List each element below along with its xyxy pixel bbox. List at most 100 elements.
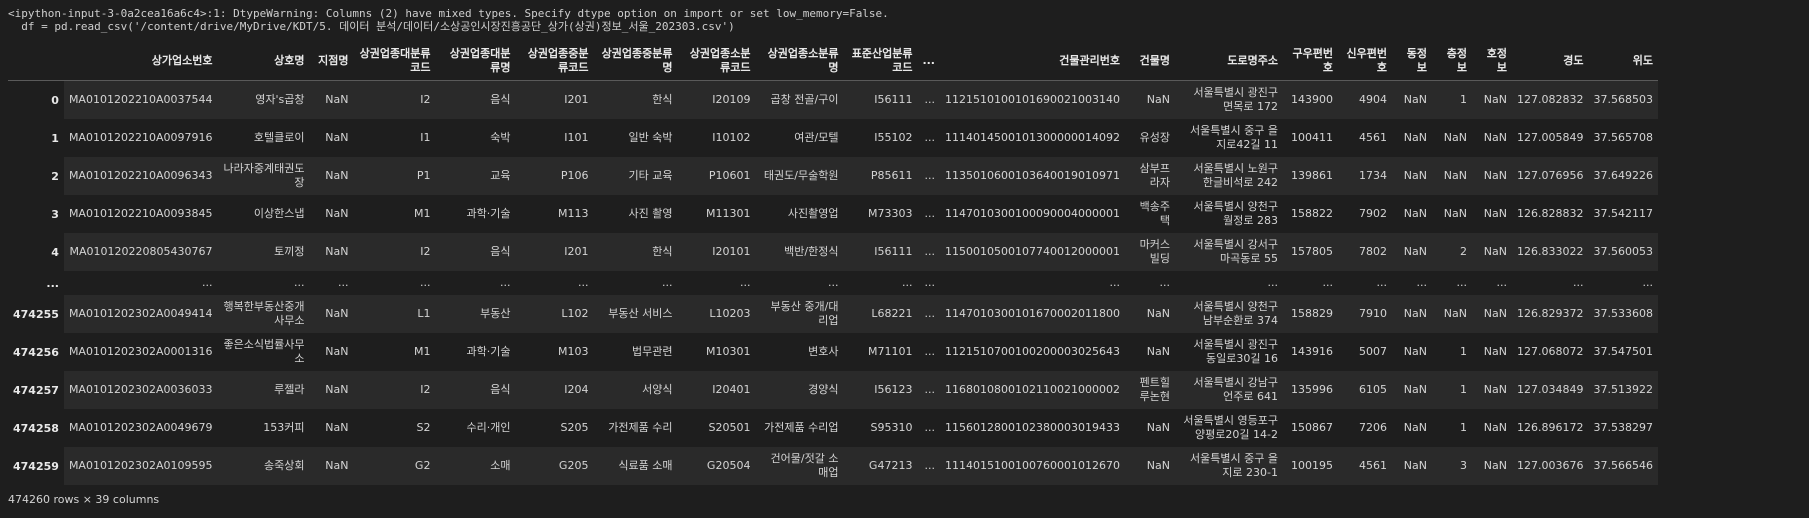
table-cell: ... <box>940 271 1125 295</box>
table-cell: 4561 <box>1337 119 1392 157</box>
table-cell: NaN <box>309 333 354 371</box>
table-cell: NaN <box>1471 409 1512 447</box>
column-header: 상권업종대분류코드 <box>353 42 436 81</box>
column-header: 건물명 <box>1124 42 1175 81</box>
table-cell: 6105 <box>1337 371 1392 409</box>
table-cell: I101 <box>515 119 594 157</box>
table-cell: MA0101202210A0093845 <box>63 195 218 233</box>
table-cell: I2 <box>353 371 436 409</box>
table-cell: 1 <box>1431 333 1472 371</box>
table-cell: 7910 <box>1337 295 1392 333</box>
column-header: 상권업종중분류명 <box>593 42 678 81</box>
table-cell: I56111 <box>843 80 918 119</box>
column-header: 상권업종중분류코드 <box>515 42 594 81</box>
table-cell: I20109 <box>677 80 756 119</box>
table-cell: 과학·기술 <box>435 333 516 371</box>
column-header: 동정보 <box>1391 42 1432 81</box>
table-cell: 7802 <box>1337 233 1392 271</box>
table-cell: NaN <box>1391 80 1432 119</box>
table-cell: 서울특별시 강남구 언주로 641 <box>1174 371 1283 409</box>
table-cell: 126.829372 <box>1511 295 1589 333</box>
table-row: 474258 MA0101202302A0049679 153커피 NaN S2 수리·개… <box>8 409 1658 447</box>
column-header: 층정보 <box>1431 42 1472 81</box>
table-row: 1 MA0101202210A0097916 호텔클로이 NaN I1 숙박 I101 일반 … <box>8 119 1658 157</box>
dataframe-shape: 474260 rows × 39 columns <box>8 493 160 506</box>
table-cell: NaN <box>1391 195 1432 233</box>
table-row: 474257 MA0101202302A0036033 루젤라 NaN I2 음식 I204… <box>8 371 1658 409</box>
table-cell: ... <box>63 271 218 295</box>
table-cell: MA0101202302A0049414 <box>63 295 218 333</box>
table-row: 2 MA0101202210A0096343 나라자중계태권도장 NaN P1 교육 P10… <box>8 157 1658 195</box>
table-cell: I204 <box>515 371 594 409</box>
table-cell: 음식 <box>435 233 516 271</box>
table-cell: 서울특별시 중구 을지로 230-1 <box>1174 447 1283 485</box>
table-cell: ... <box>677 271 756 295</box>
table-cell: 법무관련 <box>593 333 678 371</box>
table-cell: 4561 <box>1337 447 1392 485</box>
table-cell: 서울특별시 양천구 남부순환로 374 <box>1174 295 1283 333</box>
table-cell: MA0101202210A0037544 <box>63 80 218 119</box>
row-index: 0 <box>51 93 59 107</box>
table-cell: 숙박 <box>435 119 516 157</box>
table-cell: 1156012800102380003019433 <box>940 409 1125 447</box>
table-cell: 교육 <box>435 157 516 195</box>
table-cell: NaN <box>1471 119 1512 157</box>
table-cell: 37.565708 <box>1588 119 1658 157</box>
index-header <box>8 42 64 81</box>
table-cell: NaN <box>309 119 354 157</box>
table-cell: ... <box>309 271 354 295</box>
table-cell: MA0101202210A0097916 <box>63 119 218 157</box>
table-cell: 37.568503 <box>1588 80 1658 119</box>
table-cell: P10601 <box>677 157 756 195</box>
table-cell: ... <box>1511 271 1589 295</box>
table-cell: 송죽상회 <box>217 447 310 485</box>
column-header: 지점명 <box>309 42 354 81</box>
table-cell: NaN <box>1471 233 1512 271</box>
table-cell: 37.566546 <box>1588 447 1658 485</box>
dtype-warning: <ipython-input-3-0a2cea16a6c4>:1: DtypeW… <box>0 0 1809 40</box>
row-index: 1 <box>51 131 59 145</box>
table-cell: NaN <box>1471 80 1512 119</box>
table-row: 474255 MA0101202302A0049414 행복한부동산중개사무소 NaN… <box>8 295 1658 333</box>
table-cell: 126.896172 <box>1511 409 1589 447</box>
table-cell: 한식 <box>593 80 678 119</box>
table-cell: 1114014500101300000014092 <box>940 119 1125 157</box>
table-cell: 2 <box>1431 233 1472 271</box>
table-cell: I56123 <box>843 371 918 409</box>
table-cell: ... <box>755 271 844 295</box>
table-cell: M1 <box>353 333 436 371</box>
table-cell: ... <box>917 157 940 195</box>
table-cell: NaN <box>1471 195 1512 233</box>
table-cell: L102 <box>515 295 594 333</box>
table-cell: 150867 <box>1282 409 1338 447</box>
table-cell: I1 <box>353 119 436 157</box>
table-cell: 서울특별시 광진구 동일로30길 16 <box>1174 333 1283 371</box>
table-cell: 1135010600103640019010971 <box>940 157 1125 195</box>
table-cell: ... <box>917 371 940 409</box>
table-cell: 127.076956 <box>1511 157 1589 195</box>
row-index: ... <box>46 276 59 290</box>
table-cell: S2 <box>353 409 436 447</box>
table-cell: 1 <box>1431 80 1472 119</box>
table-cell: S205 <box>515 409 594 447</box>
table-cell: 135996 <box>1282 371 1338 409</box>
table-cell: 127.005849 <box>1511 119 1589 157</box>
table-cell: NaN <box>1391 333 1432 371</box>
table-cell: NaN <box>1124 80 1175 119</box>
table-cell: I56111 <box>843 233 918 271</box>
table-cell: NaN <box>1391 295 1432 333</box>
table-cell: NaN <box>1124 295 1175 333</box>
table-cell: 1147010300101670002011800 <box>940 295 1125 333</box>
table-cell: 이상한스냅 <box>217 195 310 233</box>
table-cell: NaN <box>1431 157 1472 195</box>
table-cell: MA010120220805430767 <box>63 233 218 271</box>
table-cell: ... <box>1337 271 1392 295</box>
ellipsis-row: ........................................… <box>8 271 1658 295</box>
table-cell: ... <box>917 271 940 295</box>
column-header: 호정보 <box>1471 42 1512 81</box>
table-cell: 부동산 <box>435 295 516 333</box>
table-cell: 37.560053 <box>1588 233 1658 271</box>
table-cell: MA0101202302A0049679 <box>63 409 218 447</box>
table-cell: P106 <box>515 157 594 195</box>
table-cell: NaN <box>1391 157 1432 195</box>
